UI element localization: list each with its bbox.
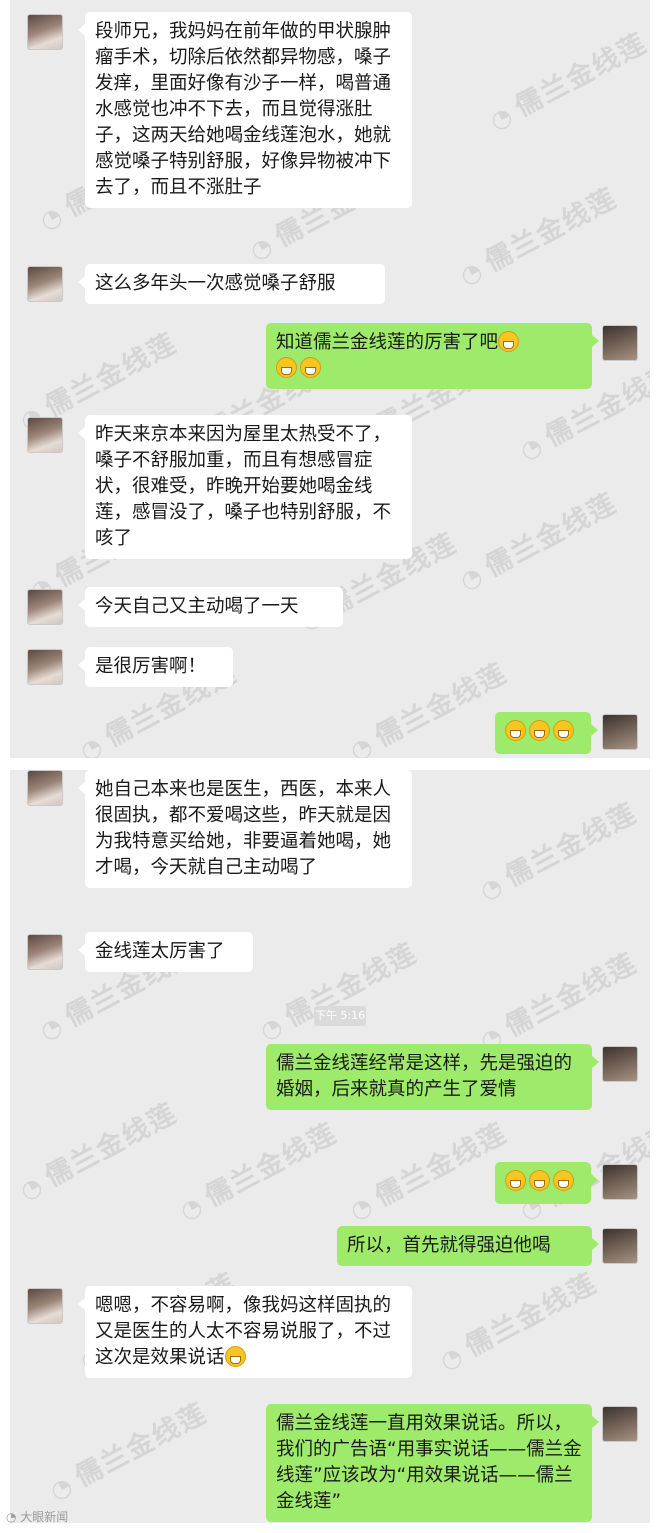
watermark: 儒兰金线莲 — [251, 931, 423, 1047]
grin-emoji-icon — [498, 331, 520, 352]
received-message: 是很厉害啊！ — [78, 647, 233, 687]
grin-emoji-icon — [505, 720, 526, 741]
contact-avatar[interactable] — [27, 589, 63, 625]
my-avatar[interactable] — [602, 1406, 638, 1442]
sent-emoji-message — [495, 712, 598, 754]
grin-emoji-icon — [529, 1170, 550, 1191]
contact-avatar[interactable] — [27, 1288, 63, 1324]
received-message: 今天自己又主动喝了一天 — [78, 587, 343, 627]
received-message: 昨天来京本来因为屋里太热受不了，嗓子不舒服加重，而且有想感冒症状，很难受，昨晚开… — [78, 415, 412, 559]
sent-message-text: 知道儒兰金线莲的厉害了吧 — [276, 332, 499, 353]
watermark: 儒兰金线莲 — [171, 1111, 343, 1227]
grin-emoji-icon — [529, 720, 550, 741]
sent-message: 儒兰金线莲一直用效果说话。所以，我们的广告语“用事实说话——儒兰金线莲”应该改为… — [266, 1404, 599, 1522]
contact-avatar[interactable] — [27, 770, 63, 806]
watermark: 儒兰金线莲 — [471, 791, 643, 907]
watermark: 儒兰金线莲 — [451, 176, 623, 292]
watermark: 儒兰金线莲 — [471, 941, 643, 1057]
watermark: 儒兰金线莲 — [431, 1261, 603, 1377]
chat-screenshot-1: 儒兰金线莲 儒兰金线莲 儒兰金线莲 儒兰金线莲 儒兰金线莲 儒兰金线莲 儒兰金线… — [10, 0, 650, 758]
my-avatar[interactable] — [602, 714, 638, 750]
contact-avatar[interactable] — [27, 649, 63, 685]
watermark: 儒兰金线莲 — [451, 481, 623, 597]
watermark: 儒兰金线莲 — [341, 1111, 513, 1227]
my-avatar[interactable] — [602, 1046, 638, 1082]
received-message: 嗯嗯，不容易啊，像我妈这样固执的又是医生的人太不容易说服了，不过这次是效果说话 — [78, 1286, 412, 1378]
watermark: 儒兰金线莲 — [341, 651, 513, 758]
sent-message: 所以，首先就得强迫他喝 — [337, 1226, 599, 1266]
panel-divider — [0, 758, 660, 770]
received-message: 段师兄，我妈妈在前年做的甲状腺肿瘤手术，切除后依然都异物感，嗓子发痒，里面好像有… — [78, 12, 412, 208]
message-timestamp: 下午 5:16 — [314, 1006, 366, 1026]
contact-avatar[interactable] — [27, 266, 63, 302]
received-message: 这么多年头一次感觉嗓子舒服 — [78, 264, 385, 304]
grin-emoji-icon — [224, 1346, 246, 1367]
watermark: 儒兰金线莲 — [481, 21, 650, 137]
chat-screenshot-2: 儒兰金线莲 儒兰金线莲 儒兰金线莲 儒兰金线莲 儒兰金线莲 儒兰金线莲 儒兰金线… — [10, 770, 650, 1523]
watermark: 儒兰金线莲 — [11, 1091, 183, 1207]
grin-emoji-icon — [505, 1170, 526, 1191]
contact-avatar[interactable] — [27, 14, 63, 50]
contact-avatar[interactable] — [27, 934, 63, 970]
my-avatar[interactable] — [602, 1228, 638, 1264]
my-avatar[interactable] — [602, 1164, 638, 1200]
sent-emoji-message — [495, 1162, 598, 1204]
sent-message: 儒兰金线莲经常是这样，先是强迫的婚姻，后来就真的产生了爱情 — [266, 1044, 599, 1110]
news-source-label: ◔ 大眼新闻 — [6, 1510, 69, 1524]
received-message: 她自己本来也是医生，西医，本来人很固执，都不爱喝这些，昨天就是因为我特意买给她，… — [78, 770, 412, 888]
watermark: 儒兰金线莲 — [41, 1391, 213, 1507]
grin-emoji-icon — [276, 357, 297, 378]
grin-emoji-icon — [300, 357, 321, 378]
grin-emoji-icon — [553, 720, 574, 741]
news-source-text: 大眼新闻 — [20, 1510, 69, 1524]
received-message: 金线莲太厉害了 — [78, 932, 253, 972]
sent-message: 知道儒兰金线莲的厉害了吧 — [266, 323, 599, 389]
my-avatar[interactable] — [602, 325, 638, 361]
grin-emoji-icon — [553, 1170, 574, 1191]
contact-avatar[interactable] — [27, 417, 63, 453]
